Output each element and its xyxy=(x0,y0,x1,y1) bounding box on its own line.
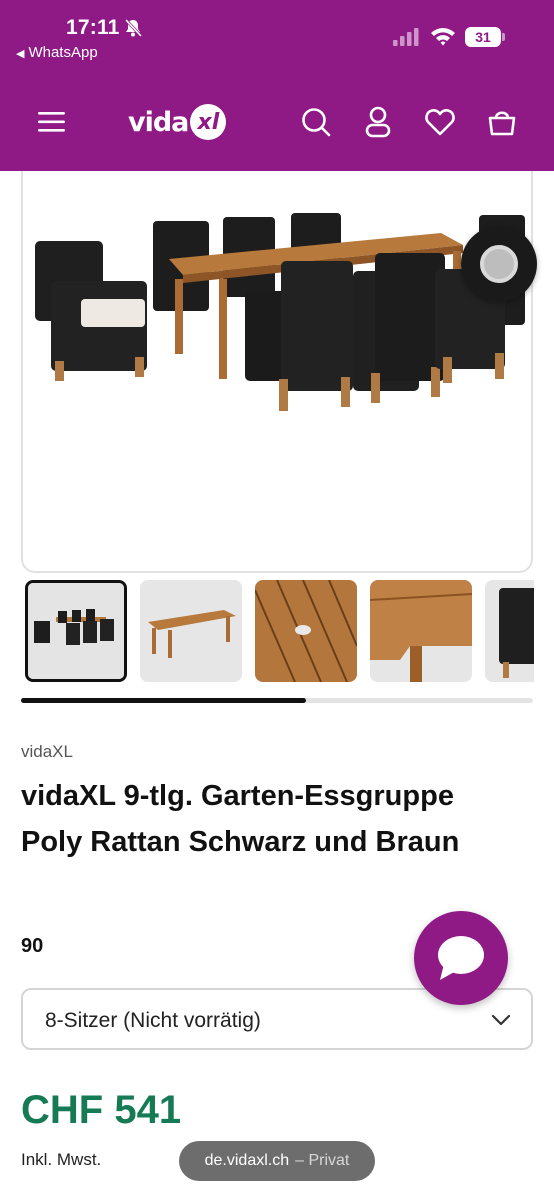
bell-off-icon xyxy=(124,18,143,38)
thumbnail-chair[interactable] xyxy=(485,580,534,682)
variant-label: 90 xyxy=(21,935,44,957)
cart-button[interactable] xyxy=(482,102,522,142)
thumbnail-tabletop-detail[interactable] xyxy=(255,580,357,682)
product-price: CHF 541 xyxy=(21,1088,182,1132)
account-button[interactable] xyxy=(358,102,398,142)
wifi-icon xyxy=(431,28,455,46)
status-time: 17:11 xyxy=(66,16,120,39)
search-button[interactable] xyxy=(296,102,336,142)
url-domain: de.vidaxl.ch xyxy=(204,1152,290,1169)
back-to-app-link[interactable]: ◀ WhatsApp xyxy=(16,44,98,61)
product-title: vidaXL 9-tlg. Garten-Essgruppe Poly Ratt… xyxy=(21,773,521,865)
private-mode-label: – Privat xyxy=(295,1152,350,1169)
logo-word: vida xyxy=(128,106,189,138)
browser-url-bar[interactable]: de.vidaxl.ch – Privat xyxy=(179,1141,375,1181)
thumbnail-strip[interactable] xyxy=(25,578,534,684)
back-app-label: WhatsApp xyxy=(28,44,98,61)
chevron-down-icon xyxy=(491,1014,511,1026)
search-icon xyxy=(302,108,331,137)
thumbnail-image xyxy=(28,583,124,679)
cart-icon xyxy=(488,111,516,136)
thumbnail-image xyxy=(485,580,534,682)
product-title-line-1: vidaXL 9-tlg. Garten-Essgruppe xyxy=(21,780,454,812)
thumbnail-set-overview[interactable] xyxy=(25,580,127,682)
vat-note: Inkl. Mwst. xyxy=(21,1150,102,1169)
battery-indicator: 31 xyxy=(465,27,505,47)
wishlist-button[interactable] xyxy=(420,102,460,142)
menu-icon xyxy=(38,112,65,132)
thumbnail-scrollbar-thumb[interactable] xyxy=(21,698,306,703)
product-photo xyxy=(35,213,525,411)
signal-icon xyxy=(393,28,419,46)
heart-icon xyxy=(425,109,455,136)
product-main-image[interactable] xyxy=(21,171,533,573)
thumbnail-image xyxy=(140,580,242,682)
chat-bubble-icon xyxy=(438,936,484,980)
battery-level: 31 xyxy=(475,29,491,45)
logo-badge: xl xyxy=(190,104,227,140)
thumbnail-table[interactable] xyxy=(140,580,242,682)
zoom-icon xyxy=(480,245,518,283)
product-title-line-2: Poly Rattan Schwarz und Braun xyxy=(21,826,460,858)
user-icon xyxy=(365,106,391,138)
zoom-button[interactable] xyxy=(461,226,537,302)
chat-button[interactable] xyxy=(414,911,508,1005)
variant-select-value: 8-Sitzer (Nicht vorrätig) xyxy=(45,1009,261,1032)
menu-button[interactable] xyxy=(32,102,72,142)
thumbnail-corner-detail[interactable] xyxy=(370,580,472,682)
thumbnail-image xyxy=(370,580,472,682)
vidaxl-logo[interactable]: vida xl xyxy=(128,100,227,144)
product-brand[interactable]: vidaXL xyxy=(21,742,73,762)
thumbnail-image xyxy=(255,580,357,682)
